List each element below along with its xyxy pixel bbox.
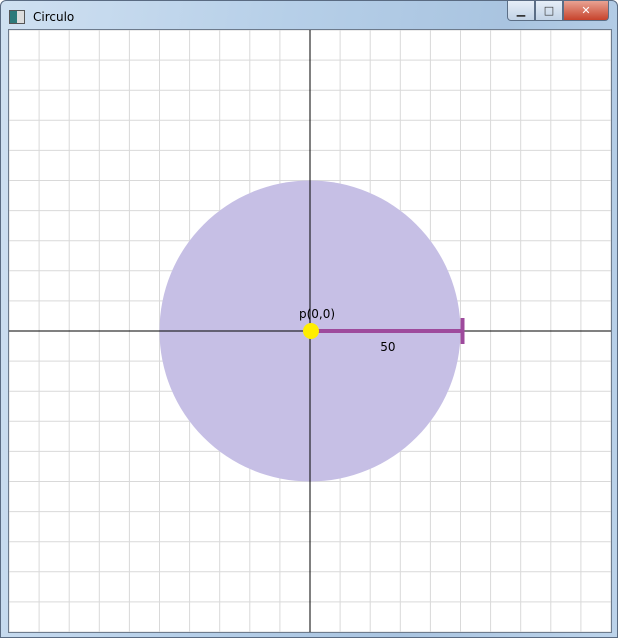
close-icon: ✕ (581, 4, 591, 17)
maximize-button[interactable]: □ (535, 1, 563, 21)
maximize-icon: □ (543, 4, 555, 17)
minimize-icon: ▁ (516, 4, 526, 17)
radius-label: 50 (380, 340, 395, 354)
circle-plot: p(0,0) 50 (9, 30, 611, 632)
center-point (303, 323, 319, 339)
app-icon (9, 10, 25, 24)
close-button[interactable]: ✕ (563, 1, 609, 21)
window-title: Circulo (33, 10, 75, 24)
center-label: p(0,0) (299, 307, 335, 321)
window: Circulo ▁ □ ✕ p(0,0) 50 (0, 0, 618, 638)
drawing-canvas: p(0,0) 50 (8, 29, 612, 633)
title-bar: Circulo (9, 7, 74, 27)
minimize-button[interactable]: ▁ (507, 1, 535, 21)
